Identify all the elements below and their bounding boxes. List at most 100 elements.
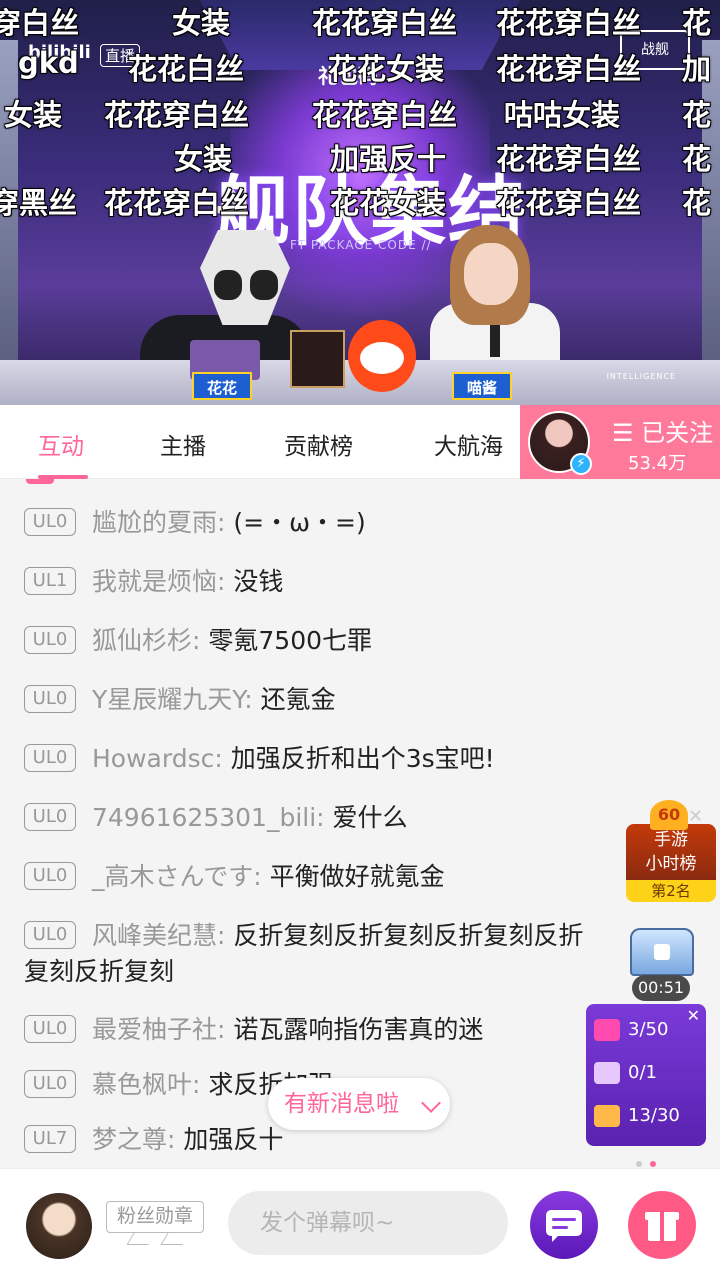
danmaku-comment: 咕咕女装 [504,98,621,132]
chat-message: UL0 风峰美纪慧: 反折复刻反折复刻反折复刻反折复刻反折复刻 [24,918,584,990]
task-row: 3/50 [594,1016,704,1044]
user-level-badge: UL7 [24,1125,76,1153]
task-row: 0/1 [594,1059,704,1087]
danmaku-comment: 女装 [172,6,231,40]
danmaku-comment: 加强反十 [330,142,447,176]
chat-text: 零氪7500七罪 [208,626,373,655]
chevron-down-icon [421,1093,441,1113]
chat-text: 加强反十 [183,1125,284,1154]
danmaku-comment: 花花穿白丝 [312,98,458,132]
follow-status-label: ☰ 已关注 [612,419,714,447]
chat-bubble-icon [546,1210,582,1242]
tab-captains[interactable]: 大航海 [434,427,503,461]
rank-position: 第2名 [626,880,716,902]
stage-subtitle: FT PACKAGE CODE // [290,238,432,252]
user-avatar[interactable] [26,1193,92,1259]
bottom-input-bar: 粉丝勋章 发个弹幕呗~ [0,1168,720,1280]
user-level-badge: UL1 [24,567,76,595]
hourly-rank-badge[interactable]: 手游 小时榜 60 第2名 [622,800,720,902]
gift-button[interactable] [628,1191,696,1259]
tab-streamer[interactable]: 主播 [160,427,206,461]
chat-username[interactable]: 最爱柚子社: [92,1015,225,1044]
danmaku-comment: 花 [682,186,712,220]
danmaku-comment: 花花穿白丝 [104,186,250,220]
user-level-badge: UL0 [24,685,76,713]
chat-text: 平衡做好就氪金 [269,862,445,891]
danmaku-comment: 花花穿白丝 [496,6,642,40]
danmaku-comment: 女装 [174,142,233,176]
task-progress: 13/30 [628,1105,680,1126]
danmaku-comment: 花花穿白丝 [312,6,458,40]
treasure-chest-icon[interactable] [630,928,694,976]
nameplate-right: 喵酱 [452,372,512,400]
user-level-badge: UL0 [24,1015,76,1043]
task-progress: 0/1 [628,1062,657,1083]
mascot-plush [348,320,416,392]
task-icon [594,1019,620,1041]
chat-username[interactable]: 我就是烦恼: [92,567,225,596]
task-icon [594,1062,620,1084]
danmaku-comment: 女装 [4,98,63,132]
danmaku-comment: 穿白丝 [0,6,80,40]
user-level-badge: UL0 [24,626,76,654]
chat-text: (=・ω・=) [233,508,366,537]
medal-ribbon-icon [124,1233,190,1247]
chat-username[interactable]: 风峰美纪慧: [92,921,225,950]
danmaku-comment: 花花穿白丝 [496,186,642,220]
lightning-badge-icon: ⚡ [570,453,592,475]
danmaku-comment: 加 [682,52,712,86]
danmaku-comment: 花 [682,6,712,40]
chat-message: UL0 狐仙杉杉: 零氪7500七罪 [24,623,584,659]
follow-button[interactable]: ⚡ ☰ 已关注 53.4万 [520,405,720,479]
chat-message: UL1 我就是烦恼: 没钱 [24,564,584,600]
chat-text: 加强反折和出个3s宝吧! [230,744,495,773]
live-video-player[interactable]: 舰队集结 FT PACKAGE CODE // bilibili 直播 礼包码 … [0,0,720,405]
task-row: 13/30 [594,1102,704,1130]
danmaku-comment: 花花穿白丝 [104,98,250,132]
fan-medal-button[interactable]: 粉丝勋章 [106,1201,204,1233]
user-level-badge: UL0 [24,862,76,890]
tab-contribution-rank[interactable]: 贡献榜 [284,427,353,461]
task-icon [594,1105,620,1127]
new-messages-button[interactable]: 有新消息啦 [268,1078,450,1130]
scroll-marker [26,479,54,484]
follower-count: 53.4万 [628,453,687,474]
nameplate-left: 花花 [192,372,252,400]
danmaku-comment: 花花白丝 [128,52,245,86]
chat-message: UL0 尴尬的夏雨: (=・ω・=) [24,505,584,541]
task-progress-panel[interactable]: ✕ 3/50 0/1 13/30 [586,1004,706,1146]
chat-text: 诺瓦露响指伤害真的迷 [233,1015,484,1044]
danmaku-comment: 花花女装 [328,52,445,86]
chat-username[interactable]: _高木さんです: [92,862,262,891]
chat-username[interactable]: 狐仙杉杉: [92,626,200,655]
danmaku-comment: 穿黑丝 [0,186,78,220]
chat-username[interactable]: 74961625301_bili: [92,803,325,832]
tab-interaction[interactable]: 互动 [38,427,84,461]
task-progress: 3/50 [628,1019,669,1040]
danmaku-input[interactable]: 发个弹幕呗~ [228,1191,508,1255]
host-in-uniform [420,225,570,378]
user-level-badge: UL0 [24,921,76,949]
chat-username[interactable]: 梦之尊: [92,1125,175,1154]
danmaku-comment: 花 [682,98,712,132]
chat-username[interactable]: 尴尬的夏雨: [92,508,225,537]
danmaku-comment: 花花穿白丝 [496,52,642,86]
close-icon[interactable]: ✕ [688,806,703,827]
danmaku-settings-button[interactable] [530,1191,598,1259]
chat-message: UL0 _高木さんです: 平衡做好就氪金 [24,859,584,895]
chat-message: UL0 Y星辰耀九天Y: 还氪金 [24,682,584,718]
new-messages-label: 有新消息啦 [284,1091,399,1117]
chat-text: 还氪金 [260,685,336,714]
chat-message: UL0 Howardsc: 加强反折和出个3s宝吧! [24,741,584,777]
chest-timer: 00:51 [632,975,690,1001]
chat-username[interactable]: Howardsc: [92,744,223,773]
rank-title: 手游 小时榜 [626,824,716,880]
danmaku-comment: gkd [18,46,79,80]
danmaku-comment: 花花女装 [330,186,447,220]
user-level-badge: UL0 [24,1070,76,1098]
danmaku-comment: 花花穿白丝 [496,142,642,176]
chat-username[interactable]: 慕色枫叶: [92,1070,200,1099]
user-level-badge: UL0 [24,744,76,772]
danmaku-comment: 花 [682,142,712,176]
chat-username[interactable]: Y星辰耀九天Y: [92,685,253,714]
